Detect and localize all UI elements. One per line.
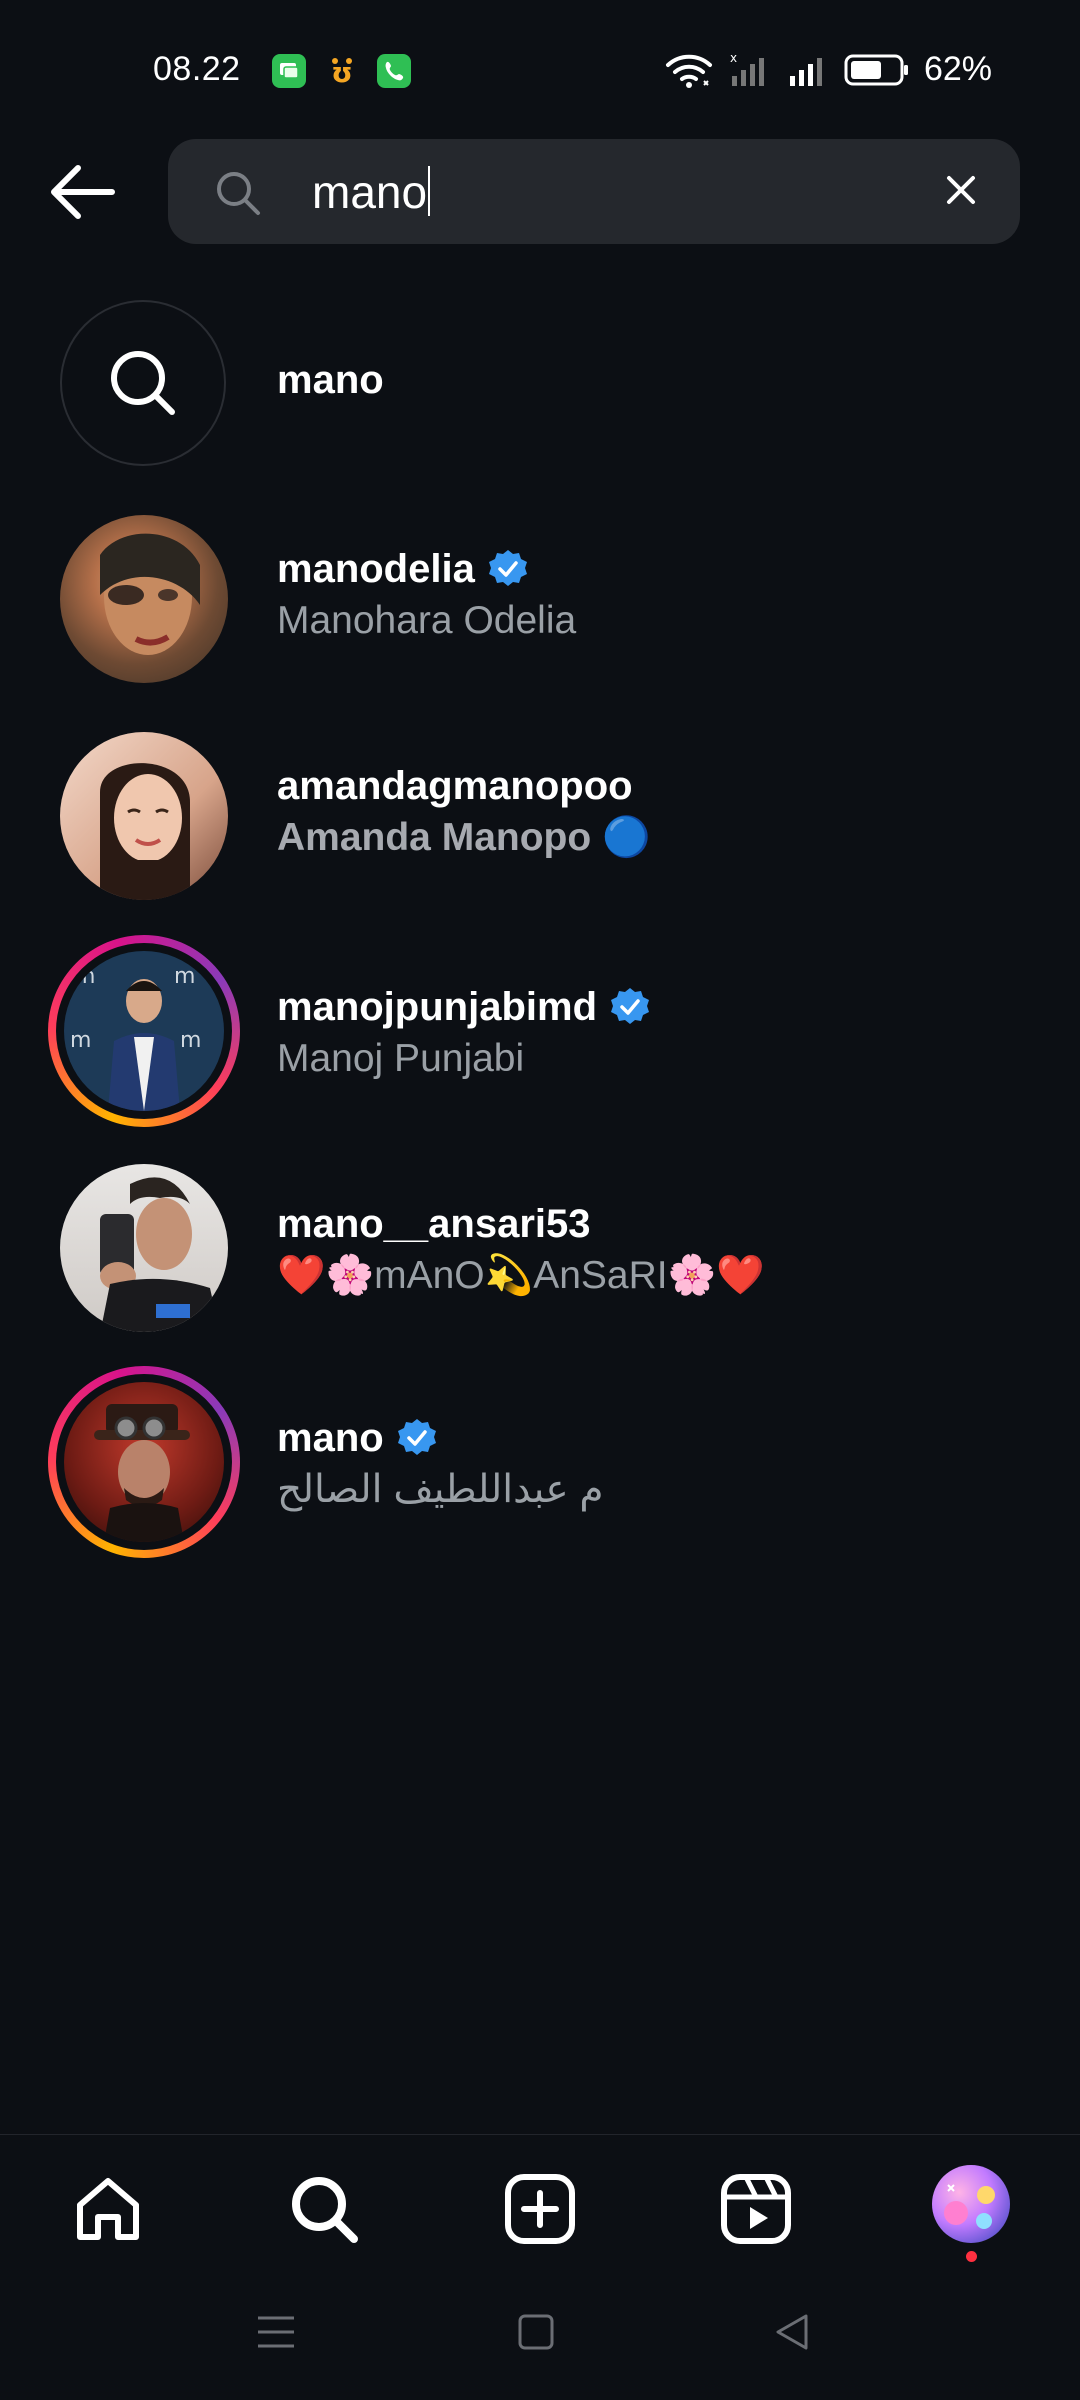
verified-badge-icon <box>488 550 527 586</box>
avatar <box>60 732 228 900</box>
verified-badge-icon <box>611 988 649 1024</box>
story-ring: m m m m <box>48 935 240 1127</box>
home-icon <box>77 2178 139 2240</box>
square-icon <box>518 2314 554 2350</box>
home-system-button[interactable] <box>516 2310 556 2359</box>
home-tab[interactable] <box>70 2171 146 2247</box>
text-caret <box>428 166 431 216</box>
create-tab[interactable] <box>502 2171 578 2247</box>
profile-tab-avatar[interactable] <box>932 2165 1010 2243</box>
keyword-suggestion-row[interactable]: mano <box>0 300 1080 490</box>
username-text: manojpunjabimd <box>277 985 597 1029</box>
messages-app-icon <box>272 54 306 88</box>
avatar: m m m m <box>64 951 224 1111</box>
plus-square-icon <box>505 2174 575 2244</box>
notification-dot <box>966 2251 977 2262</box>
username: amandagmanopoo <box>277 762 651 810</box>
search-input[interactable]: mano <box>312 165 431 219</box>
username-text: mano__ansari53 <box>277 1202 591 1246</box>
list-item[interactable]: amandagmanopoo Amanda Manopo 🔵 <box>0 732 1080 922</box>
full-name: Manoj Punjabi <box>277 1037 525 1080</box>
battery-percent: 62% <box>923 50 992 88</box>
reels-tab[interactable] <box>718 2171 794 2247</box>
list-item[interactable]: mano م عبداللطيف الصالح <box>0 1366 1080 1568</box>
username: manojpunjabimd <box>277 983 651 1031</box>
search-icon <box>292 2177 358 2243</box>
search-tab[interactable] <box>286 2171 362 2247</box>
system-navigation-bar <box>0 2290 1080 2380</box>
suggestion-label: mano <box>277 358 384 402</box>
phone-app-icon <box>377 54 411 88</box>
search-field[interactable]: mano <box>168 139 1020 244</box>
verified-badge-icon <box>397 1419 436 1455</box>
username: mano__ansari53 <box>277 1200 765 1248</box>
battery-icon <box>844 54 908 85</box>
svg-text:m: m <box>174 964 195 989</box>
arrow-left-icon <box>51 165 115 219</box>
bottom-navigation <box>0 2134 1080 2275</box>
list-item[interactable]: mano__ansari53 ❤️🌸mAnO💫AnSaRI🌸❤️ <box>0 1164 1080 1354</box>
back-button[interactable] <box>44 160 124 224</box>
list-item[interactable]: manodelia Manohara Odelia <box>0 515 1080 705</box>
avatar <box>60 1164 228 1332</box>
svg-text:m: m <box>70 1028 91 1053</box>
notification-app-icon: ʊ <box>325 54 359 89</box>
reels-icon <box>721 2174 791 2244</box>
username: manodelia <box>277 545 576 593</box>
signal-sim1-icon: x <box>730 52 764 86</box>
signal-sim2-icon <box>789 57 822 86</box>
clear-search-button[interactable] <box>938 167 984 213</box>
suggestion-search-icon <box>60 300 226 466</box>
full-name: ❤️🌸mAnO💫AnSaRI🌸❤️ <box>277 1254 765 1297</box>
full-name: م عبداللطيف الصالح <box>277 1468 604 1511</box>
menu-icon <box>258 2316 294 2348</box>
avatar <box>60 515 228 683</box>
back-system-button[interactable] <box>772 2310 812 2359</box>
status-right: x 62% <box>664 50 992 89</box>
search-icon <box>214 169 262 217</box>
status-bar: 08.22 ʊ x 62% <box>0 0 1080 130</box>
username-text: mano <box>277 1416 384 1460</box>
story-ring <box>48 1366 240 1558</box>
svg-text:x: x <box>730 52 737 65</box>
triangle-back-icon <box>776 2314 808 2350</box>
svg-text:m: m <box>180 1028 201 1053</box>
recent-apps-button[interactable] <box>256 2310 296 2359</box>
full-name: Amanda Manopo 🔵 <box>277 816 651 859</box>
list-item[interactable]: m m m m manojpunjabimd Manoj Punjabi <box>0 935 1080 1137</box>
full-name: Manohara Odelia <box>277 599 577 642</box>
username: mano <box>277 1414 604 1462</box>
status-time: 08.22 <box>153 50 241 88</box>
username-text: amandagmanopoo <box>277 764 633 808</box>
username-text: manodelia <box>277 547 475 591</box>
search-query: mano <box>312 166 428 218</box>
avatar <box>64 1382 224 1542</box>
close-icon <box>947 176 975 204</box>
wifi-icon <box>665 54 712 88</box>
